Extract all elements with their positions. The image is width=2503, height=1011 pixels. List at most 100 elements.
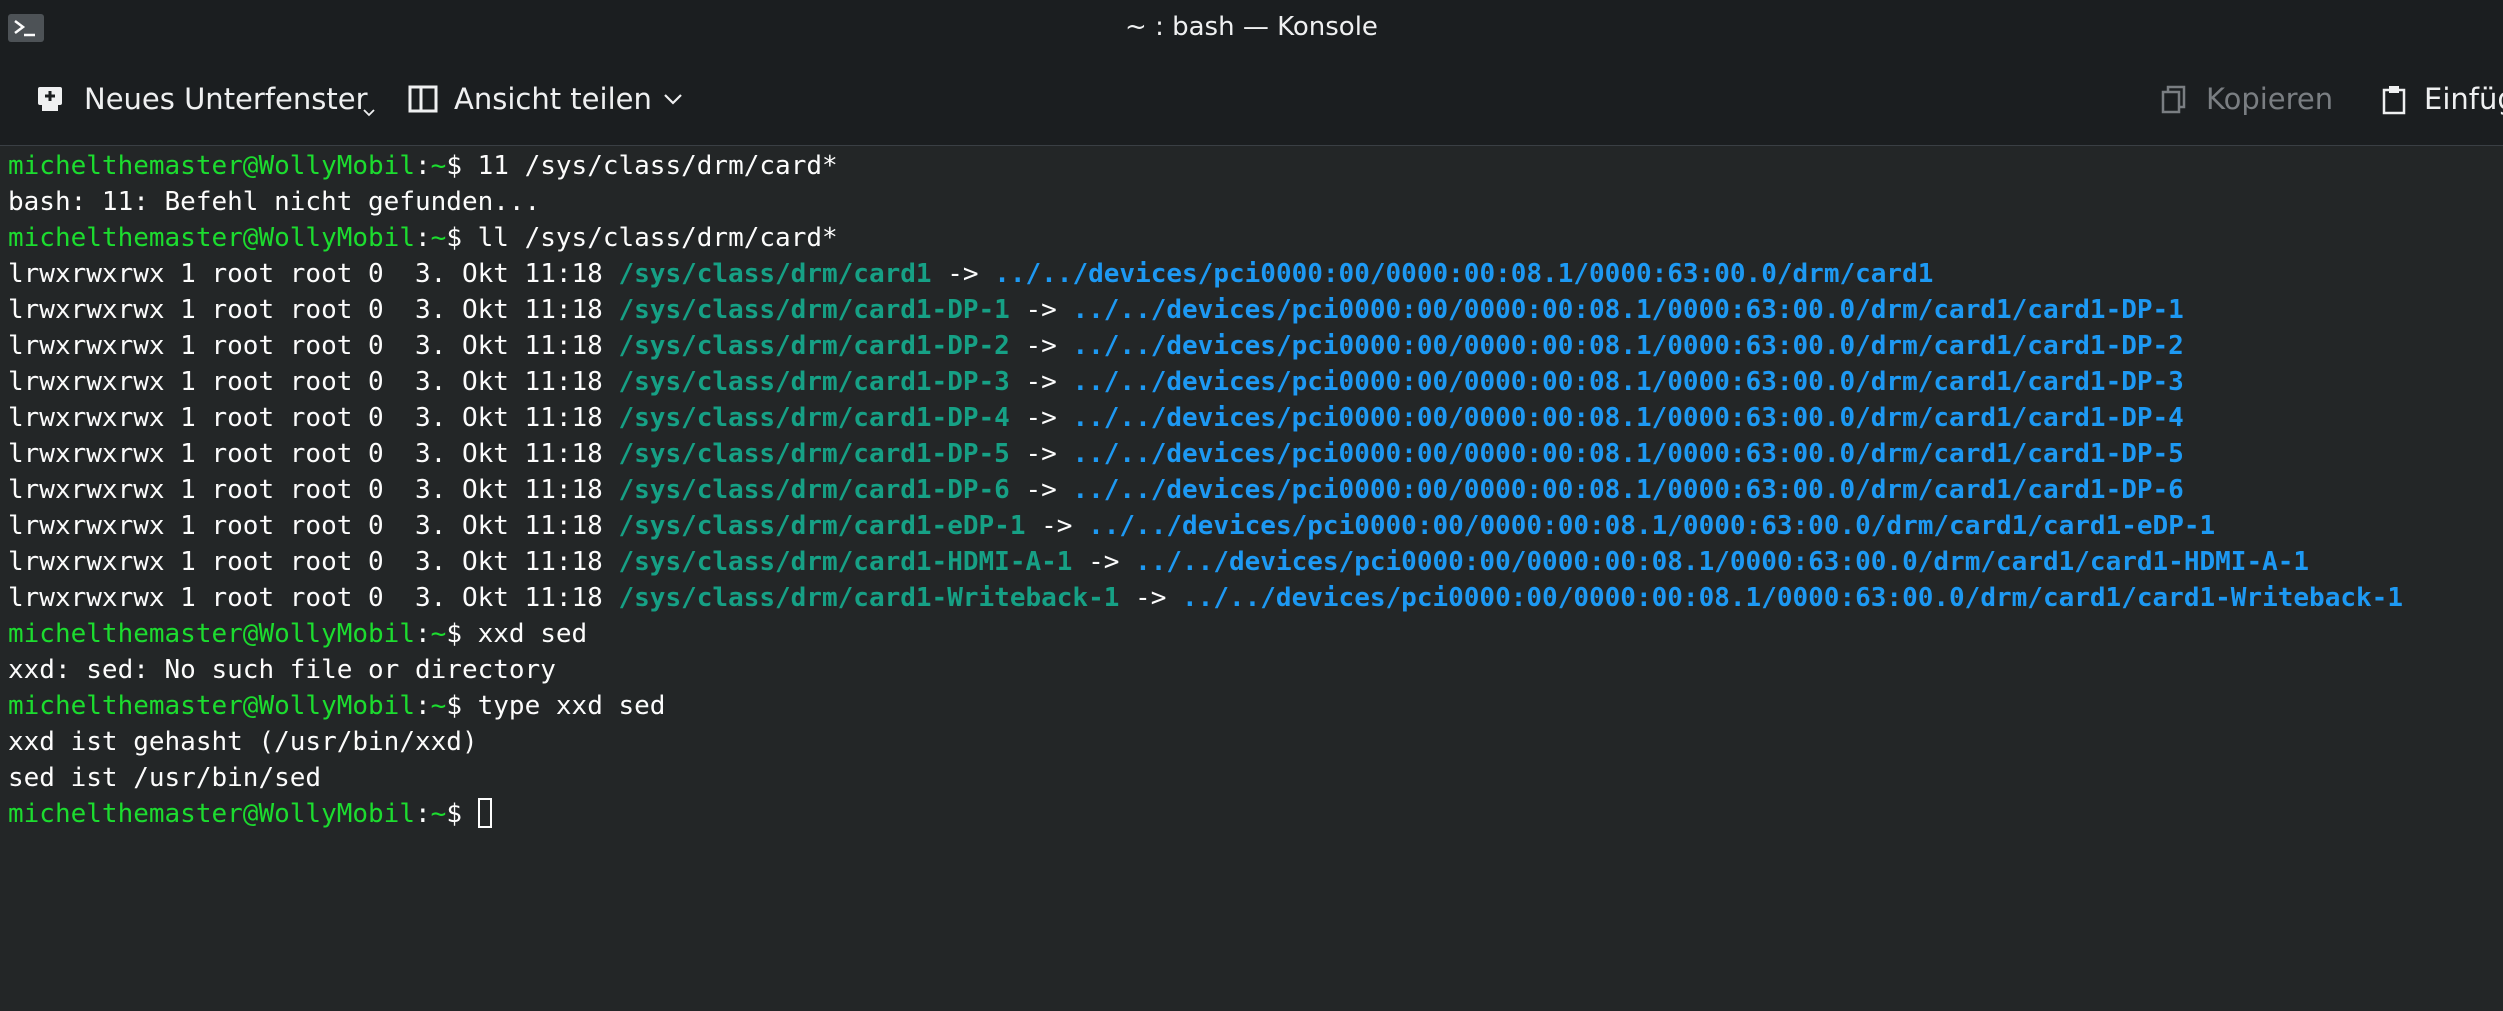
symlink-name: /sys/class/drm/card1-HDMI-A-1 [618, 547, 1073, 577]
command-text: type xxd sed [477, 691, 666, 721]
prompt-cwd: ~ [430, 691, 447, 721]
toolbar: Neues Unterfenster Ansicht teilen Kopier… [0, 56, 2503, 146]
output-text: sed ist /usr/bin/sed [8, 763, 322, 793]
symlink-listing-line: lrwxrwxrwx 1 root root 0 3. Okt 11:18 /s… [8, 580, 2403, 616]
symlink-target: ../../devices/pci0000:00/0000:00:08.1/00… [1072, 331, 2184, 361]
output-text: xxd: sed: No such file or directory [8, 655, 556, 685]
symlink-name: /sys/class/drm/card1-DP-5 [618, 439, 1010, 469]
symlink-arrow: -> [1009, 367, 1073, 397]
symlink-listing-line: lrwxrwxrwx 1 root root 0 3. Okt 11:18 /s… [8, 328, 2184, 364]
symlink-target: ../../devices/pci0000:00/0000:00:08.1/00… [1072, 403, 2184, 433]
prompt-colon: : [415, 799, 431, 829]
terminal-output[interactable]: michelthemaster@WollyMobil:~$ 11 /sys/cl… [0, 146, 2503, 1011]
window-title: ~ : bash — Konsole [1125, 12, 1378, 42]
prompt-user-host: michelthemaster@WollyMobil [8, 799, 415, 829]
prompt-dollar: $ [446, 223, 478, 253]
new-tab-icon [38, 87, 62, 111]
symlink-name: /sys/class/drm/card1-eDP-1 [618, 511, 1026, 541]
symlink-listing-line: lrwxrwxrwx 1 root root 0 3. Okt 11:18 /s… [8, 364, 2184, 400]
prompt-colon: : [415, 619, 431, 649]
copy-button[interactable]: Kopieren [2160, 80, 2340, 120]
file-metadata: lrwxrwxrwx 1 root root 0 3. Okt 11:18 [8, 511, 619, 541]
symlink-name: /sys/class/drm/card1 [618, 259, 932, 289]
symlink-arrow: -> [1025, 511, 1089, 541]
prompt-cwd: ~ [430, 151, 447, 181]
symlink-target: ../../devices/pci0000:00/0000:00:08.1/00… [1135, 547, 2310, 577]
prompt-cwd: ~ [430, 223, 447, 253]
text-cursor [477, 798, 492, 828]
new-tab-label: Neues Unterfenster [84, 82, 368, 116]
split-view-icon [408, 85, 438, 113]
symlink-listing-line: lrwxrwxrwx 1 root root 0 3. Okt 11:18 /s… [8, 292, 2184, 328]
output-text: xxd ist gehasht (/usr/bin/xxd) [8, 727, 478, 757]
prompt-user-host: michelthemaster@WollyMobil [8, 619, 415, 649]
prompt-line: michelthemaster@WollyMobil:~$ 11 /sys/cl… [8, 148, 838, 184]
output-text: bash: 11: Befehl nicht gefunden... [8, 187, 541, 217]
file-metadata: lrwxrwxrwx 1 root root 0 3. Okt 11:18 [8, 295, 619, 325]
symlink-name: /sys/class/drm/card1-DP-3 [618, 367, 1010, 397]
prompt-dollar: $ [446, 151, 478, 181]
prompt-dollar: $ [446, 799, 478, 829]
symlink-arrow: -> [1119, 583, 1183, 613]
prompt-colon: : [415, 223, 431, 253]
symlink-arrow: -> [1009, 475, 1073, 505]
output-line: sed ist /usr/bin/sed [8, 760, 321, 796]
command-text: 11 /sys/class/drm/card* [477, 151, 838, 181]
prompt-cwd: ~ [430, 619, 447, 649]
chevron-down-icon [363, 109, 375, 117]
prompt-colon: : [415, 691, 431, 721]
symlink-arrow: -> [1009, 295, 1073, 325]
symlink-arrow: -> [1009, 331, 1073, 361]
new-tab-button[interactable]: Neues Unterfenster [36, 80, 376, 120]
symlink-target: ../../devices/pci0000:00/0000:00:08.1/00… [1072, 439, 2184, 469]
symlink-name: /sys/class/drm/card1-DP-4 [618, 403, 1010, 433]
copy-icon [2161, 85, 2186, 114]
symlink-arrow: -> [1072, 547, 1136, 577]
symlink-listing-line: lrwxrwxrwx 1 root root 0 3. Okt 11:18 /s… [8, 544, 2309, 580]
symlink-target: ../../devices/pci0000:00/0000:00:08.1/00… [1182, 583, 2403, 613]
prompt-line: michelthemaster@WollyMobil:~$ type xxd s… [8, 688, 665, 724]
prompt-line: michelthemaster@WollyMobil:~$ [8, 796, 492, 832]
file-metadata: lrwxrwxrwx 1 root root 0 3. Okt 11:18 [8, 475, 619, 505]
symlink-arrow: -> [1009, 403, 1073, 433]
prompt-user-host: michelthemaster@WollyMobil [8, 151, 415, 181]
split-view-label: Ansicht teilen [454, 82, 652, 116]
prompt-dollar: $ [446, 691, 478, 721]
file-metadata: lrwxrwxrwx 1 root root 0 3. Okt 11:18 [8, 547, 619, 577]
symlink-arrow: -> [931, 259, 995, 289]
paste-icon [2382, 86, 2406, 115]
prompt-cwd: ~ [430, 799, 447, 829]
prompt-line: michelthemaster@WollyMobil:~$ ll /sys/cl… [8, 220, 838, 256]
file-metadata: lrwxrwxrwx 1 root root 0 3. Okt 11:18 [8, 583, 619, 613]
output-line: xxd ist gehasht (/usr/bin/xxd) [8, 724, 478, 760]
prompt-user-host: michelthemaster@WollyMobil [8, 691, 415, 721]
file-metadata: lrwxrwxrwx 1 root root 0 3. Okt 11:18 [8, 367, 619, 397]
output-line: xxd: sed: No such file or directory [8, 652, 556, 688]
symlink-listing-line: lrwxrwxrwx 1 root root 0 3. Okt 11:18 /s… [8, 436, 2184, 472]
command-text: ll /sys/class/drm/card* [477, 223, 838, 253]
chevron-down-icon [664, 94, 682, 105]
symlink-name: /sys/class/drm/card1-DP-2 [618, 331, 1010, 361]
file-metadata: lrwxrwxrwx 1 root root 0 3. Okt 11:18 [8, 439, 619, 469]
symlink-name: /sys/class/drm/card1-DP-6 [618, 475, 1010, 505]
symlink-listing-line: lrwxrwxrwx 1 root root 0 3. Okt 11:18 /s… [8, 400, 2184, 436]
split-view-button[interactable]: Ansicht teilen [408, 80, 698, 120]
prompt-colon: : [415, 151, 431, 181]
symlink-target: ../../devices/pci0000:00/0000:00:08.1/00… [1072, 295, 2184, 325]
symlink-listing-line: lrwxrwxrwx 1 root root 0 3. Okt 11:18 /s… [8, 256, 1933, 292]
paste-label: Einfüg [2424, 82, 2503, 116]
file-metadata: lrwxrwxrwx 1 root root 0 3. Okt 11:18 [8, 403, 619, 433]
prompt-dollar: $ [446, 619, 478, 649]
output-line: bash: 11: Befehl nicht gefunden... [8, 184, 540, 220]
symlink-target: ../../devices/pci0000:00/0000:00:08.1/00… [994, 259, 1934, 289]
paste-button[interactable]: Einfüg [2380, 80, 2503, 120]
symlink-arrow: -> [1009, 439, 1073, 469]
copy-label: Kopieren [2206, 82, 2334, 116]
symlink-target: ../../devices/pci0000:00/0000:00:08.1/00… [1072, 367, 2184, 397]
symlink-name: /sys/class/drm/card1-DP-1 [618, 295, 1010, 325]
prompt-line: michelthemaster@WollyMobil:~$ xxd sed [8, 616, 587, 652]
symlink-target: ../../devices/pci0000:00/0000:00:08.1/00… [1072, 475, 2184, 505]
symlink-listing-line: lrwxrwxrwx 1 root root 0 3. Okt 11:18 /s… [8, 472, 2184, 508]
file-metadata: lrwxrwxrwx 1 root root 0 3. Okt 11:18 [8, 259, 619, 289]
prompt-user-host: michelthemaster@WollyMobil [8, 223, 415, 253]
